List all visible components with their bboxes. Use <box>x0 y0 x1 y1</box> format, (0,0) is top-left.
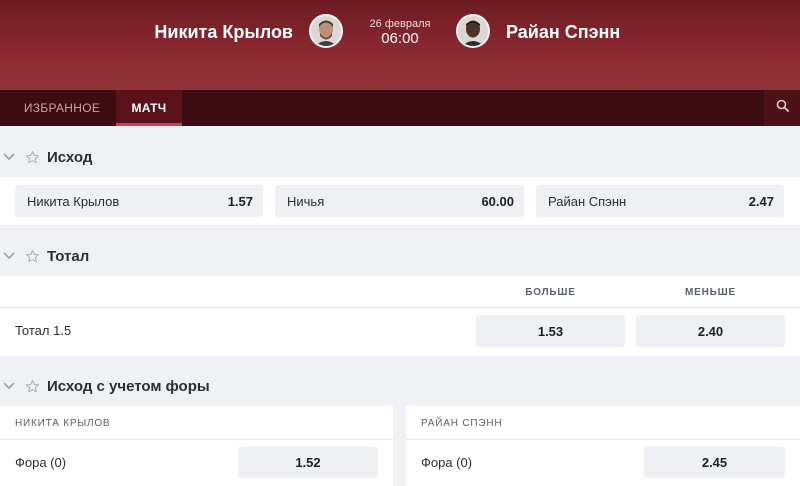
handicap-right-name: РАЙАН СПЭНН <box>421 418 503 429</box>
total-section-header[interactable]: Тотал <box>0 245 800 267</box>
option-odd: 2.47 <box>748 193 774 209</box>
tabs-bar: ИЗБРАННОЕ МАТЧ <box>0 90 800 126</box>
divider <box>0 439 393 440</box>
star-icon[interactable] <box>24 149 40 165</box>
column-header-under: МЕНЬШЕ <box>685 287 736 298</box>
handicap-left-name: НИКИТА КРЫЛОВ <box>15 418 111 429</box>
total-over-odd-button[interactable]: 1.53 <box>476 315 625 347</box>
total-row-label: Тотал 1.5 <box>15 323 72 338</box>
handicap-section-header[interactable]: Исход с учетом форы <box>0 375 800 397</box>
outcome-option-away[interactable]: Райан Спэнн 2.47 <box>536 185 784 217</box>
section-title: Тотал <box>47 247 90 265</box>
star-icon[interactable] <box>24 378 40 394</box>
total-panel: БОЛЬШЕ МЕНЬШЕ Тотал 1.5 1.53 2.40 <box>0 276 800 356</box>
option-label: Райан Спэнн <box>548 193 627 209</box>
fighter-left-name: Никита Крылов <box>154 22 293 42</box>
handicap-right-odd-button[interactable]: 2.45 <box>644 446 785 478</box>
column-header-over: БОЛЬШЕ <box>525 287 576 298</box>
chevron-down-icon[interactable] <box>2 379 16 393</box>
tab-match[interactable]: МАТЧ <box>116 90 182 126</box>
outcome-option-home[interactable]: Никита Крылов 1.57 <box>15 185 263 217</box>
search-icon <box>776 99 789 117</box>
fighter-left-avatar <box>309 14 343 48</box>
option-label: Никита Крылов <box>27 193 120 209</box>
handicap-right-panel: РАЙАН СПЭНН Фора (0) 2.45 <box>406 406 800 486</box>
divider <box>0 307 800 308</box>
total-under-odd-button[interactable]: 2.40 <box>636 315 785 347</box>
outcome-section-header[interactable]: Исход <box>0 146 800 168</box>
chevron-down-icon[interactable] <box>2 249 16 263</box>
event-date: 26 февраля <box>369 18 431 30</box>
option-odd: 1.57 <box>227 193 253 209</box>
handicap-left-row-label: Фора (0) <box>15 455 67 470</box>
option-odd: 60.00 <box>481 193 514 209</box>
section-title: Исход <box>47 148 93 166</box>
search-button[interactable] <box>764 90 800 126</box>
section-title: Исход с учетом форы <box>47 377 210 395</box>
outcome-option-draw[interactable]: Ничья 60.00 <box>275 185 524 217</box>
fighter-right-avatar <box>456 14 490 48</box>
event-time: 06:00 <box>381 30 419 47</box>
event-header: Никита Крылов 26 февраля 06:00 Райан Спэ… <box>0 0 800 90</box>
star-icon[interactable] <box>24 248 40 264</box>
handicap-left-odd-button[interactable]: 1.52 <box>238 446 378 478</box>
handicap-right-row-label: Фора (0) <box>421 455 473 470</box>
chevron-down-icon[interactable] <box>2 150 16 164</box>
handicap-left-panel: НИКИТА КРЫЛОВ Фора (0) 1.52 <box>0 406 393 486</box>
fighter-right-name: Райан Спэнн <box>506 22 621 42</box>
divider <box>406 439 800 440</box>
outcome-panel: Никита Крылов 1.57 Ничья 60.00 Райан Спэ… <box>0 177 800 225</box>
option-label: Ничья <box>287 193 325 209</box>
tab-favorites[interactable]: ИЗБРАННОЕ <box>12 90 112 126</box>
